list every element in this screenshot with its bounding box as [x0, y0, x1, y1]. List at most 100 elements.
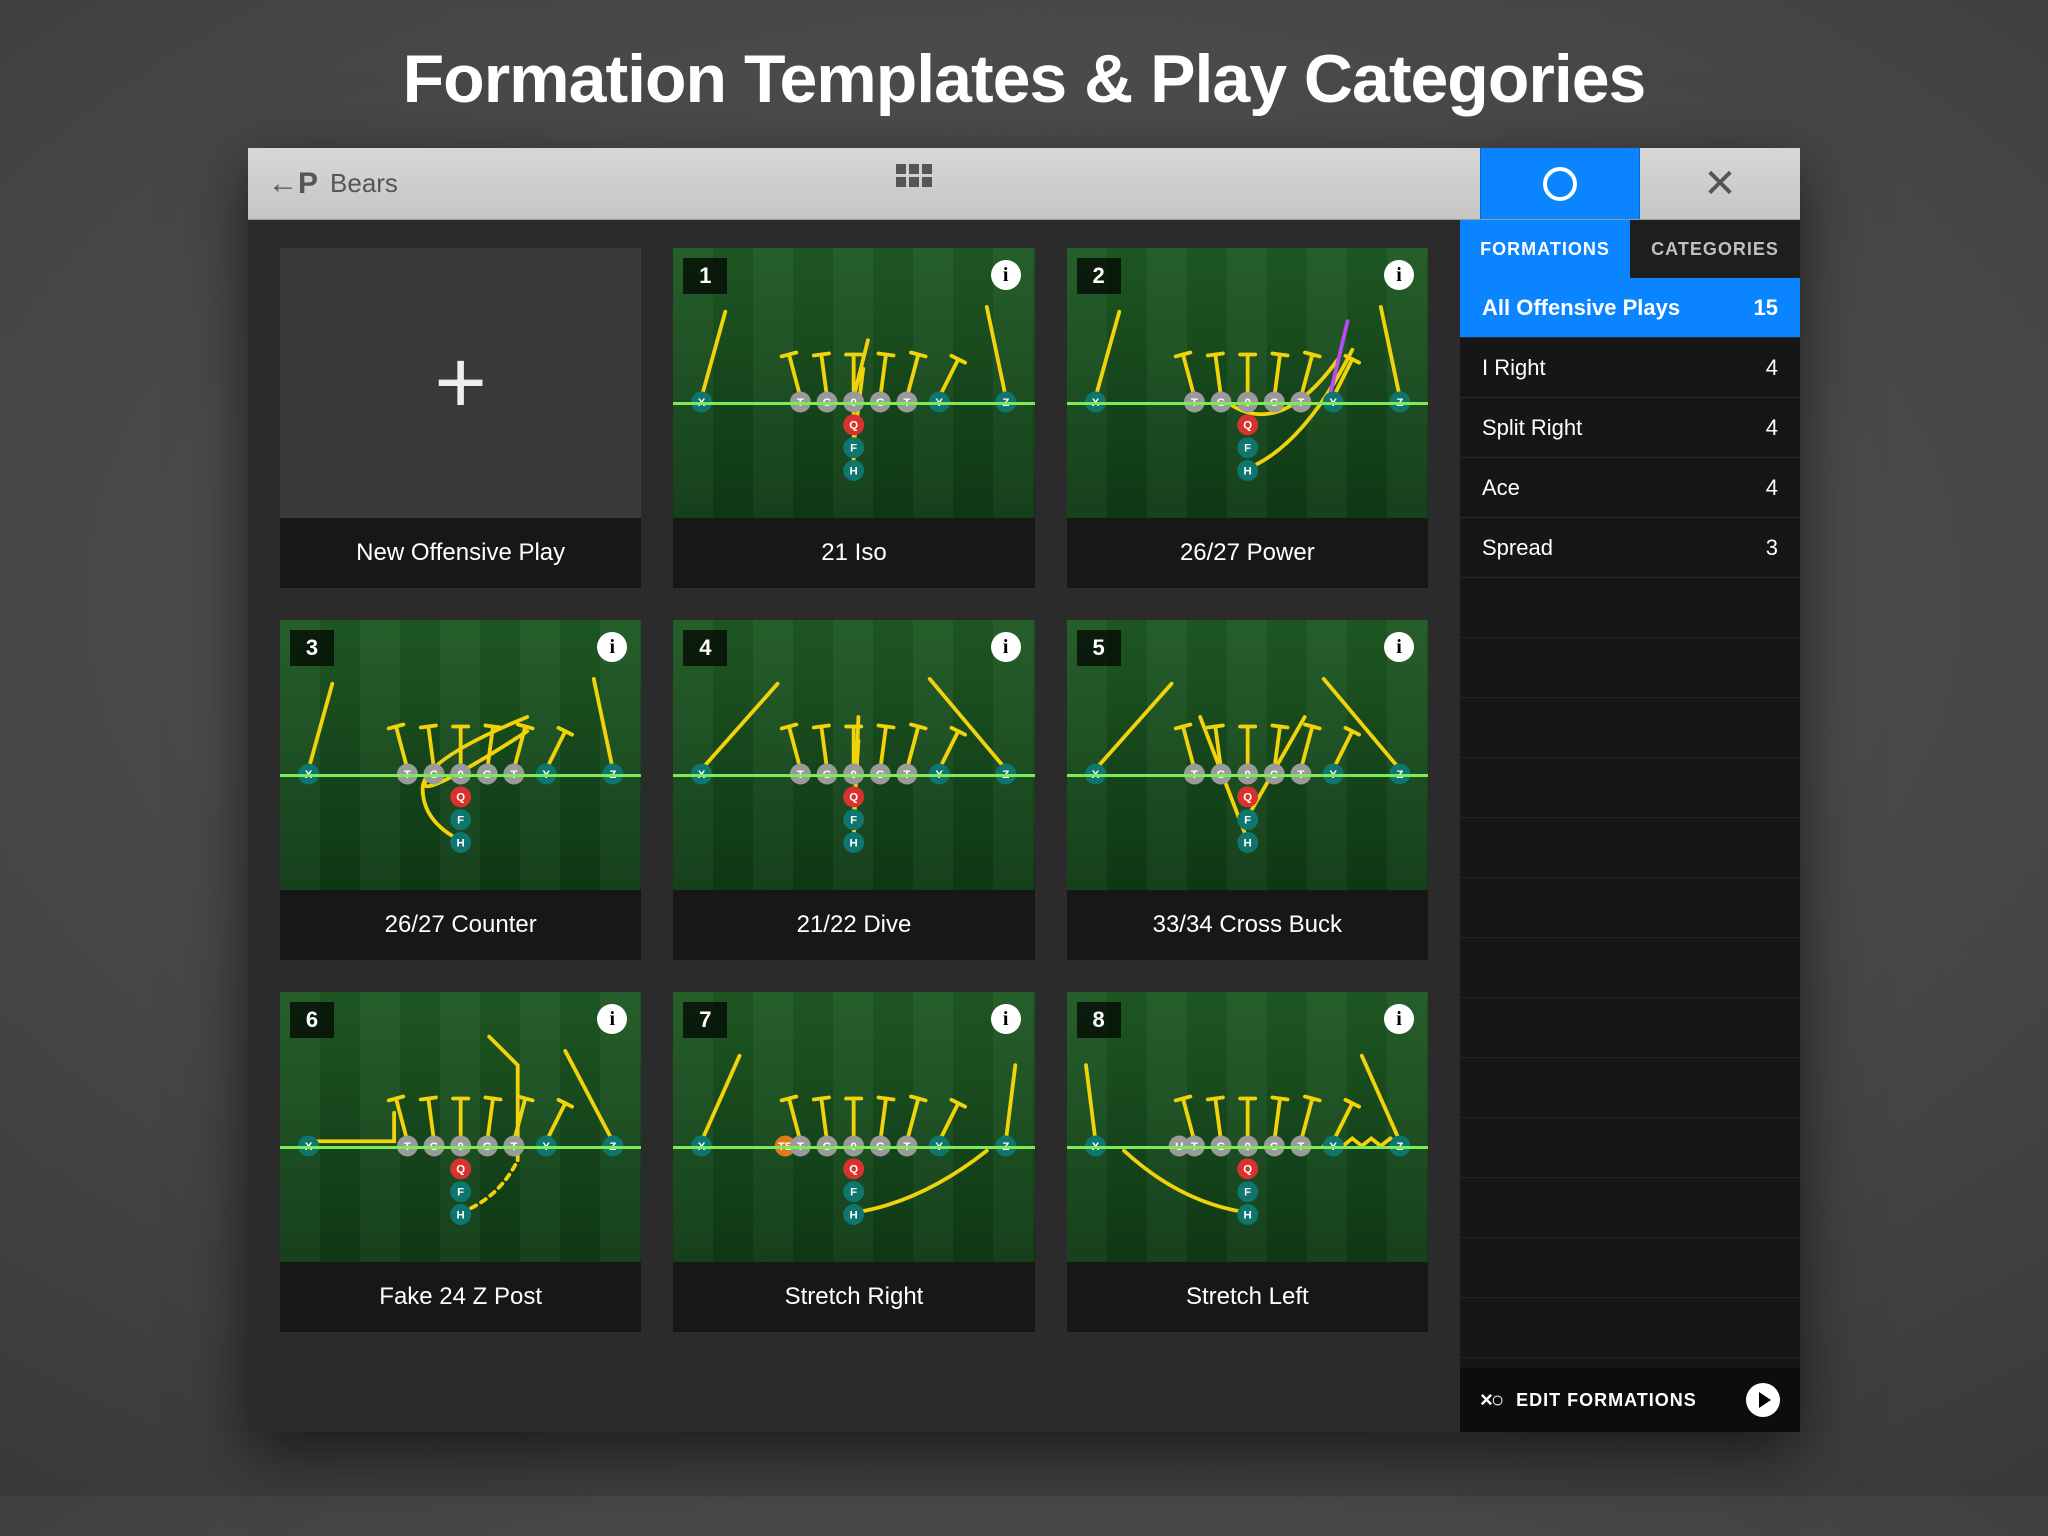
- svg-text:G: G: [1270, 1141, 1279, 1153]
- svg-text:F: F: [457, 1186, 464, 1198]
- svg-text:T: T: [1297, 769, 1304, 781]
- svg-text:X: X: [698, 397, 706, 409]
- svg-text:F: F: [851, 814, 858, 826]
- svg-text:F: F: [1244, 442, 1251, 454]
- formation-item[interactable]: Spread3: [1460, 518, 1800, 578]
- svg-text:Q: Q: [850, 792, 859, 804]
- formations-panel-tab[interactable]: [1480, 148, 1640, 219]
- svg-text:Y: Y: [1329, 397, 1337, 409]
- play-field: 2 i XZYTG0GTQFH: [1067, 248, 1428, 518]
- play-diagram: XZYTG0GTQFH: [280, 992, 641, 1262]
- formation-item[interactable]: All Offensive Plays 15: [1460, 278, 1800, 338]
- svg-text:T: T: [1297, 397, 1304, 409]
- close-icon: ✕: [1703, 161, 1737, 207]
- svg-text:0: 0: [1244, 769, 1250, 781]
- play-card[interactable]: 7 i TEXZYTG0GTQFH Stretch Right: [673, 992, 1034, 1332]
- play-name: 21 Iso: [673, 518, 1034, 588]
- svg-text:H: H: [850, 1209, 858, 1221]
- play-card[interactable]: 6 i XZYTG0GTQFH Fake 24 Z Post: [280, 992, 641, 1332]
- svg-text:H: H: [1243, 837, 1251, 849]
- svg-text:0: 0: [457, 1141, 463, 1153]
- svg-text:T: T: [1297, 1141, 1304, 1153]
- play-card[interactable]: 5 i XZYTG0GTQFH 33/34 Cross Buck: [1067, 620, 1428, 960]
- svg-text:Y: Y: [1329, 1141, 1337, 1153]
- formation-item[interactable]: Ace4: [1460, 458, 1800, 518]
- close-panel-button[interactable]: ✕: [1640, 148, 1800, 219]
- svg-text:T: T: [404, 769, 411, 781]
- team-name: Bears: [330, 168, 398, 199]
- svg-text:H: H: [1243, 1209, 1251, 1221]
- svg-text:G: G: [876, 769, 885, 781]
- svg-text:G: G: [483, 1141, 492, 1153]
- formation-item[interactable]: I Right4: [1460, 338, 1800, 398]
- play-grid: +New Offensive Play 1 i XZYTG0GTQFH 21 I…: [248, 220, 1460, 1432]
- formation-list: All Offensive Plays 15 I Right4Split Right…: [1460, 278, 1800, 578]
- back-button[interactable]: ←P Bears: [248, 167, 548, 201]
- svg-text:Z: Z: [1003, 397, 1010, 409]
- play-name: 26/27 Power: [1067, 518, 1428, 588]
- svg-text:T: T: [1191, 1141, 1198, 1153]
- svg-text:G: G: [1270, 397, 1279, 409]
- play-name: 21/22 Dive: [673, 890, 1034, 960]
- play-card[interactable]: 2 i XZYTG0GTQFH 26/27 Power: [1067, 248, 1428, 588]
- svg-text:0: 0: [1244, 397, 1250, 409]
- svg-text:0: 0: [851, 1141, 857, 1153]
- toolbar-actions: [548, 164, 1480, 203]
- svg-text:Y: Y: [1329, 769, 1337, 781]
- play-card[interactable]: 1 i XZYTG0GTQFH 21 Iso: [673, 248, 1034, 588]
- play-icon[interactable]: [1746, 1383, 1780, 1417]
- svg-text:T: T: [510, 1141, 517, 1153]
- play-card[interactable]: 8 i UXZYTG0GTQFH Stretch Left: [1067, 992, 1428, 1332]
- svg-text:G: G: [1216, 397, 1225, 409]
- formation-label: All Offensive Plays: [1482, 295, 1680, 321]
- svg-text:G: G: [1270, 769, 1279, 781]
- formation-count: 15: [1754, 295, 1778, 321]
- svg-text:Q: Q: [456, 792, 465, 804]
- sidebar-spacer: [1460, 578, 1800, 1368]
- svg-text:G: G: [1216, 769, 1225, 781]
- svg-text:H: H: [457, 1209, 465, 1221]
- svg-text:T: T: [797, 769, 804, 781]
- play-diagram: XZYTG0GTQFH: [1067, 248, 1428, 518]
- play-diagram: XZYTG0GTQFH: [1067, 620, 1428, 890]
- svg-text:T: T: [904, 769, 911, 781]
- formation-item[interactable]: Split Right4: [1460, 398, 1800, 458]
- tab-formations[interactable]: FORMATIONS: [1460, 220, 1630, 278]
- svg-text:X: X: [305, 1141, 313, 1153]
- play-field: 3 i XZYTG0GTQFH: [280, 620, 641, 890]
- svg-text:Y: Y: [936, 1141, 944, 1153]
- svg-text:Y: Y: [936, 397, 944, 409]
- svg-text:Q: Q: [1243, 420, 1252, 432]
- svg-text:0: 0: [1244, 1141, 1250, 1153]
- svg-text:F: F: [457, 814, 464, 826]
- svg-text:Z: Z: [1003, 769, 1010, 781]
- svg-text:X: X: [1091, 397, 1099, 409]
- svg-text:G: G: [1216, 1141, 1225, 1153]
- svg-text:Z: Z: [1003, 1141, 1010, 1153]
- svg-text:T: T: [404, 1141, 411, 1153]
- svg-text:G: G: [876, 1141, 885, 1153]
- svg-text:Q: Q: [850, 420, 859, 432]
- play-card[interactable]: 4 i XZYTG0GTQFH 21/22 Dive: [673, 620, 1034, 960]
- svg-text:G: G: [483, 769, 492, 781]
- svg-text:T: T: [1191, 769, 1198, 781]
- toolbar: ←P Bears ✕: [248, 148, 1800, 220]
- sidebar-footer[interactable]: ×○ EDIT FORMATIONS: [1460, 1368, 1800, 1432]
- svg-text:T: T: [510, 769, 517, 781]
- grid-view-icon[interactable]: [896, 164, 932, 203]
- svg-text:0: 0: [851, 397, 857, 409]
- play-card[interactable]: 3 i XZYTG0GTQFH 26/27 Counter: [280, 620, 641, 960]
- play-diagram: UXZYTG0GTQFH: [1067, 992, 1428, 1262]
- xo-icon: ×○: [1480, 1387, 1502, 1413]
- svg-text:T: T: [904, 397, 911, 409]
- svg-text:H: H: [850, 837, 858, 849]
- back-icon: ←P: [268, 167, 318, 201]
- play-diagram: XZYTG0GTQFH: [673, 248, 1034, 518]
- new-play-card[interactable]: +New Offensive Play: [280, 248, 641, 588]
- tab-categories[interactable]: CATEGORIES: [1630, 220, 1800, 278]
- svg-text:0: 0: [851, 769, 857, 781]
- svg-text:Y: Y: [542, 1141, 550, 1153]
- svg-text:0: 0: [457, 769, 463, 781]
- formation-label: Ace: [1482, 475, 1520, 501]
- new-play-label: New Offensive Play: [280, 518, 641, 588]
